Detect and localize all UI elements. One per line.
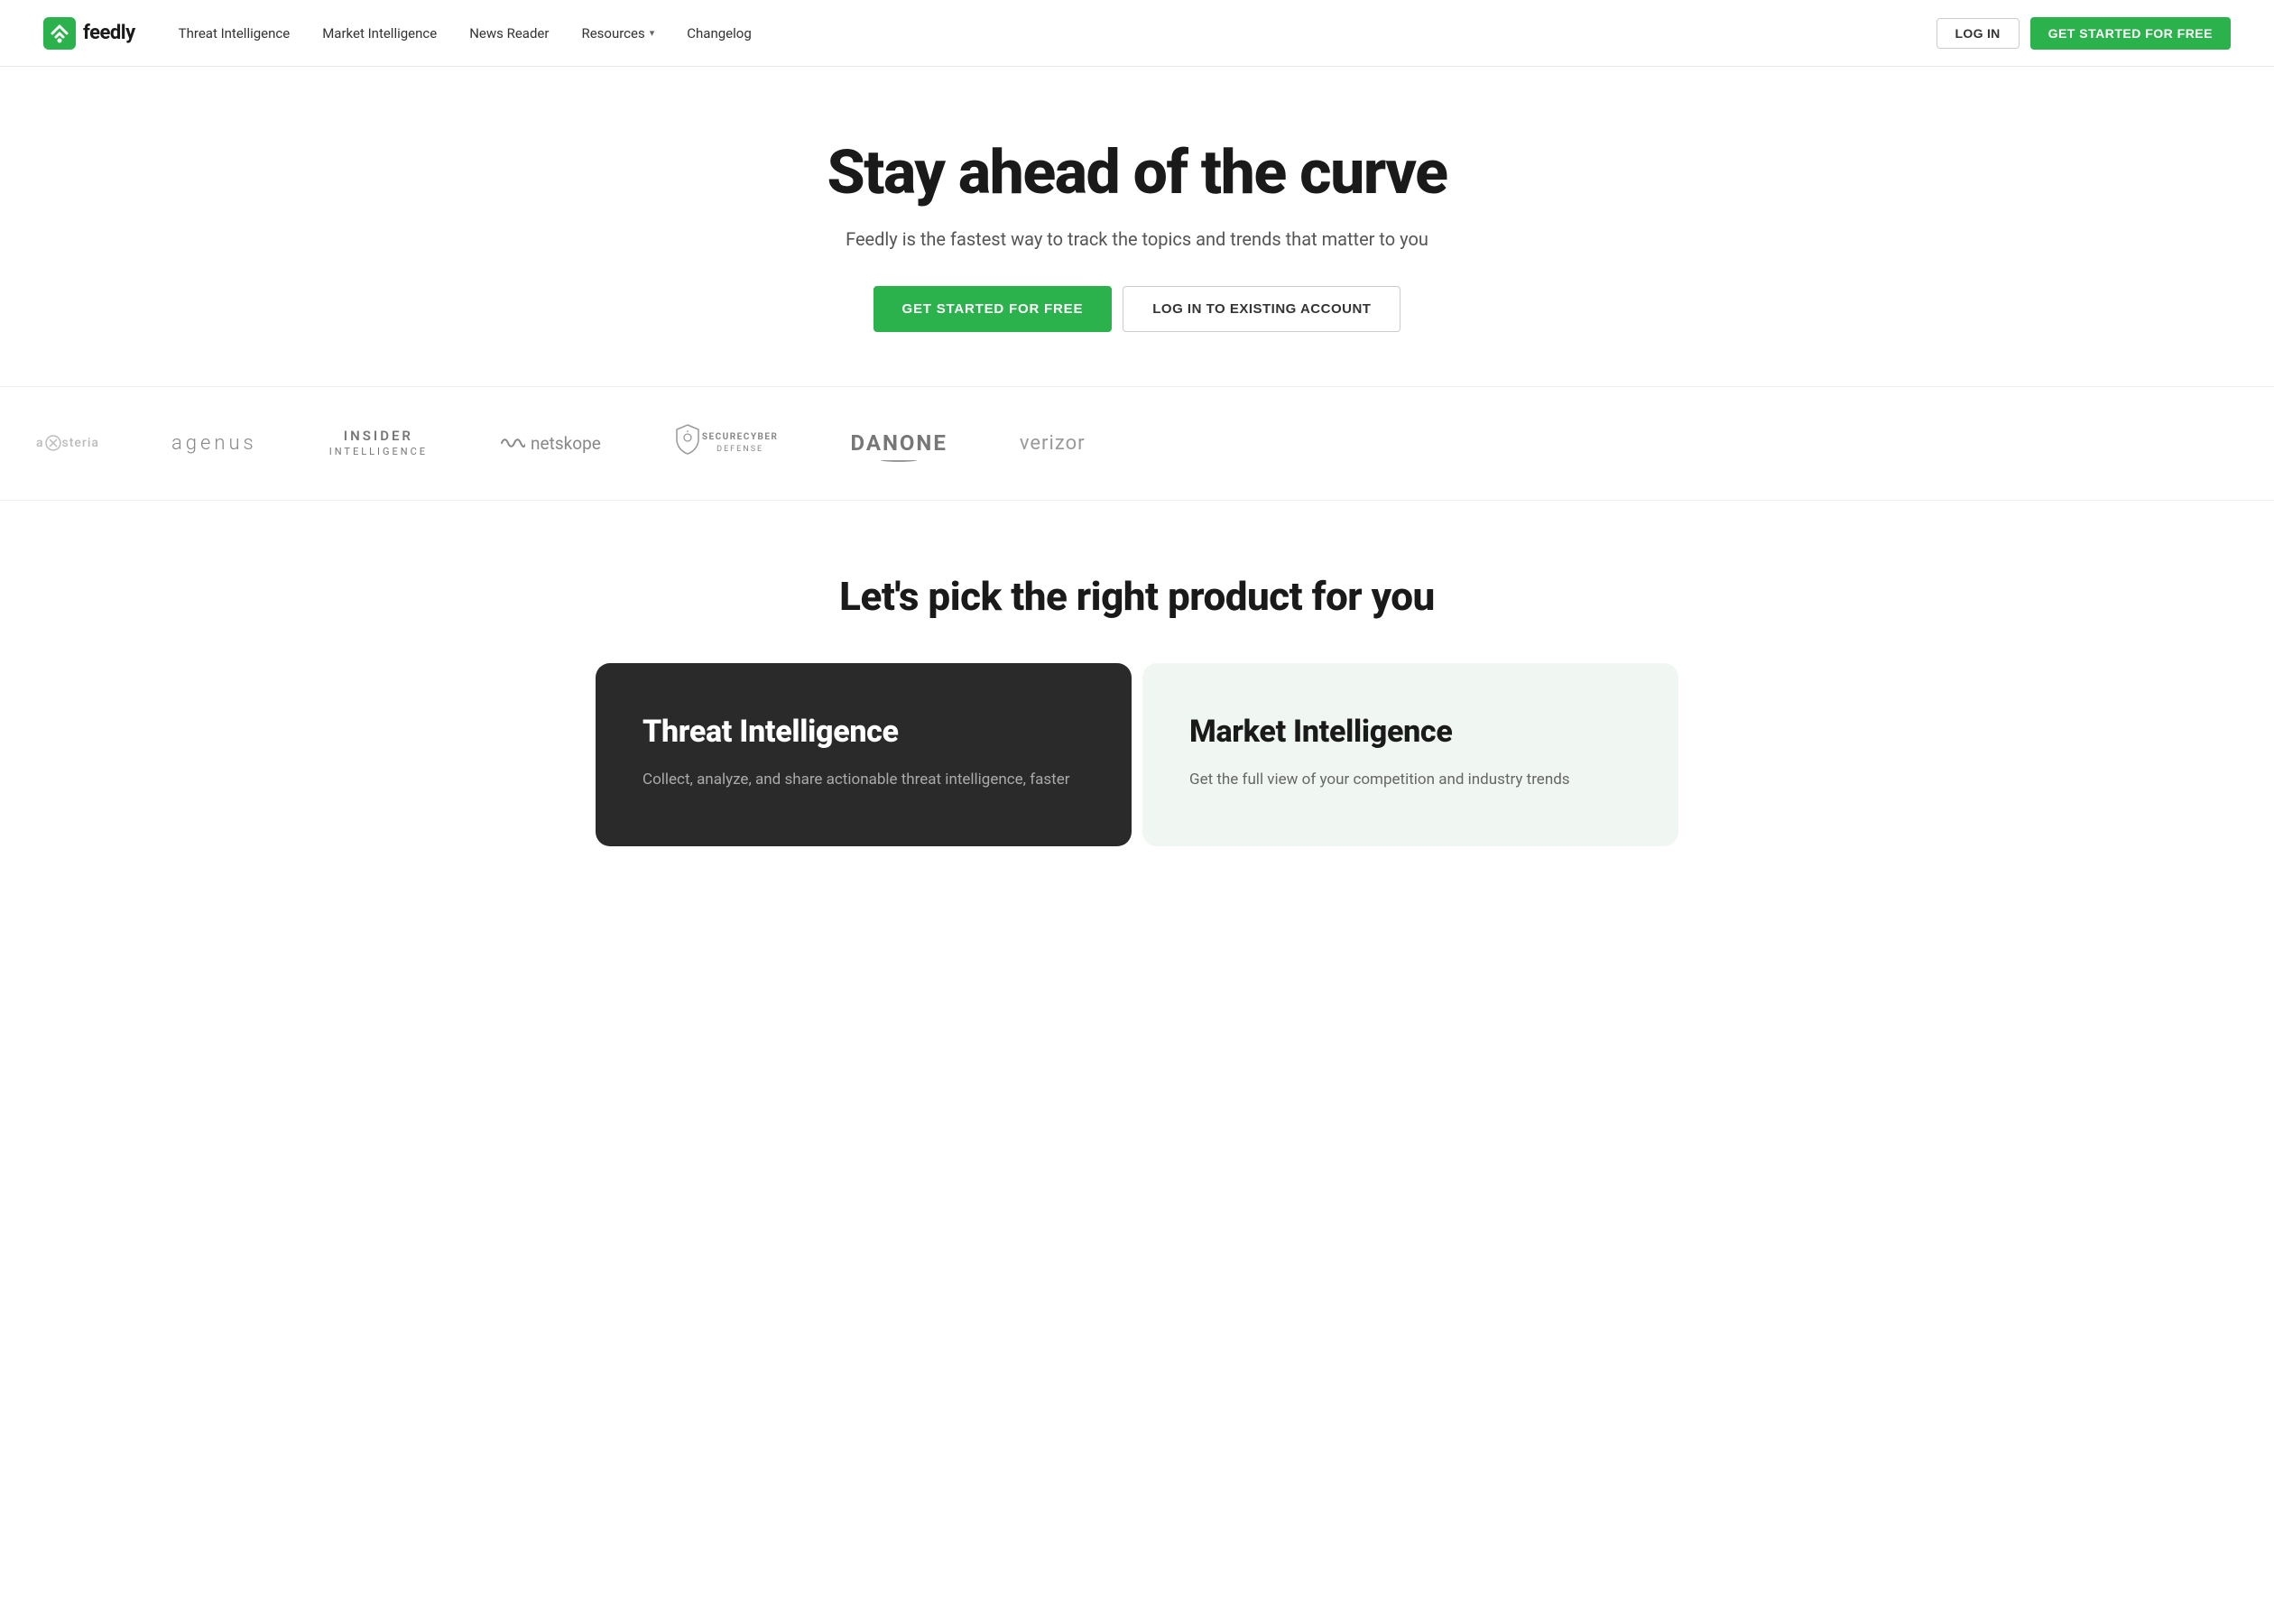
hero-get-started-button[interactable]: GET STARTED FOR FREE: [874, 286, 1113, 332]
logo-text: feedly: [83, 22, 135, 44]
logo-agenus: agenus: [171, 432, 257, 455]
nav-market-intelligence[interactable]: Market Intelligence: [322, 25, 437, 42]
logo-netskope: netskope: [500, 433, 601, 454]
logos-track: a steria agenus INSIDERINTELLIGENCE nets…: [0, 423, 2274, 464]
hero-login-button[interactable]: LOG IN TO EXISTING ACCOUNT: [1123, 286, 1400, 332]
chevron-down-icon: ▾: [650, 27, 655, 39]
threat-intelligence-card-desc: Collect, analyze, and share actionable t…: [642, 768, 1085, 792]
securecyber-shield-icon: [673, 423, 702, 456]
nav-menu: Threat Intelligence Market Intelligence …: [179, 25, 1937, 42]
feedly-logo-icon: [43, 17, 76, 50]
logo-danone: DANONE: [850, 429, 947, 457]
login-button[interactable]: LOG IN: [1937, 18, 2020, 49]
logo-securecyber: SECURECYBERDEFENSE: [673, 423, 779, 464]
get-started-nav-button[interactable]: GET STARTED FOR FREE: [2030, 17, 2231, 50]
navbar-actions: LOG IN GET STARTED FOR FREE: [1937, 17, 2231, 50]
product-cards: Threat Intelligence Collect, analyze, an…: [596, 663, 1678, 846]
nav-changelog[interactable]: Changelog: [687, 25, 751, 42]
logo-link[interactable]: feedly: [43, 17, 135, 50]
logos-section: a steria agenus INSIDERINTELLIGENCE nets…: [0, 386, 2274, 501]
navbar: feedly Threat Intelligence Market Intell…: [0, 0, 2274, 67]
netskope-wave-icon: [500, 435, 525, 451]
logo-steria: a steria: [36, 435, 99, 451]
hero-title: Stay ahead of the curve: [43, 139, 2231, 207]
nav-resources[interactable]: Resources ▾: [581, 25, 654, 42]
product-section: Let's pick the right product for you Thr…: [0, 501, 2274, 900]
nav-news-reader[interactable]: News Reader: [469, 25, 549, 42]
logo-insider-intelligence: INSIDERINTELLIGENCE: [329, 428, 428, 458]
market-intelligence-card[interactable]: Market Intelligence Get the full view of…: [1142, 663, 1678, 846]
hero-subtitle: Feedly is the fastest way to track the t…: [43, 228, 2231, 250]
product-section-title: Let's pick the right product for you: [72, 573, 2202, 620]
market-intelligence-card-desc: Get the full view of your competition an…: [1189, 768, 1632, 792]
threat-intelligence-card[interactable]: Threat Intelligence Collect, analyze, an…: [596, 663, 1132, 846]
hero-buttons: GET STARTED FOR FREE LOG IN TO EXISTING …: [43, 286, 2231, 332]
threat-intelligence-card-title: Threat Intelligence: [642, 714, 1085, 750]
nav-threat-intelligence[interactable]: Threat Intelligence: [179, 25, 291, 42]
steria-icon: [45, 435, 61, 451]
market-intelligence-card-title: Market Intelligence: [1189, 714, 1632, 750]
hero-section: Stay ahead of the curve Feedly is the fa…: [0, 67, 2274, 386]
logo-verizon: verizor: [1020, 432, 1086, 455]
